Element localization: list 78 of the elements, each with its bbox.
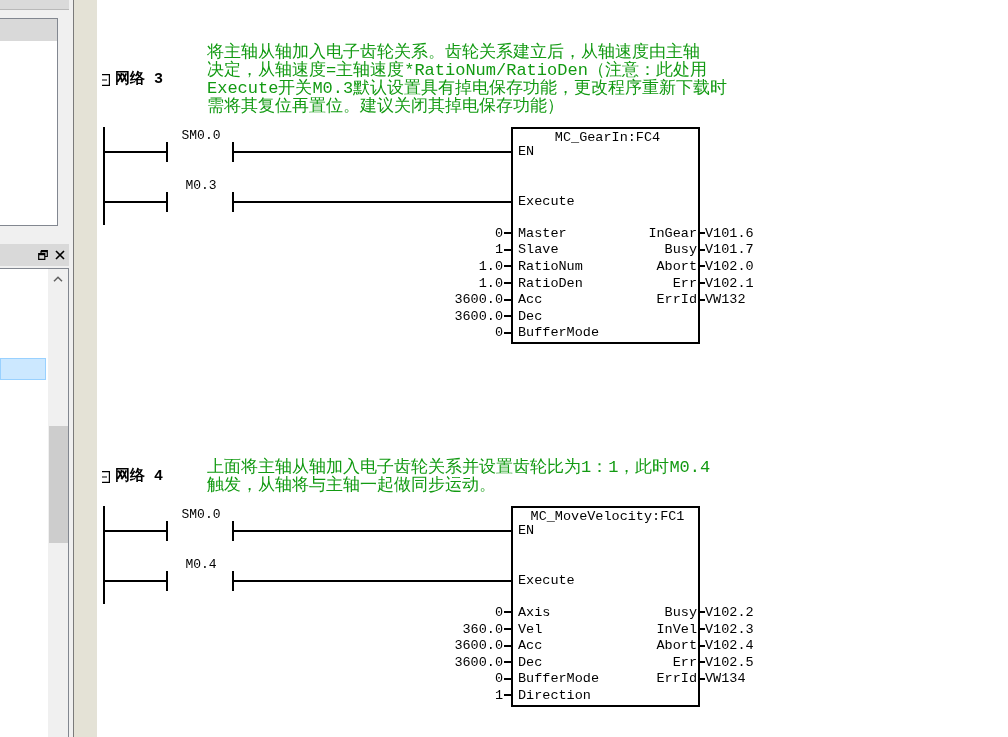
network-comment: 将主轴从轴加入电子齿轮关系。齿轮关系建立后，从轴速度由主轴 决定，从轴速度=主轴速度*RatioNum/RatioDen（注意：此处用 Execute开关M0.3默认设置具有掉电保存功能，更改程序重新下载时 需将其复位再置位。建议关闭其掉电保存功能） <box>207 44 728 116</box>
pin-label: InVel <box>656 621 697 637</box>
output-address: V102.4 <box>705 638 754 654</box>
input-value: 1 <box>494 687 503 703</box>
scrollbar-thumb[interactable] <box>48 426 68 543</box>
pin-label: Slave <box>518 242 559 258</box>
input-value: 0 <box>494 325 503 341</box>
block-title: MC_GearIn:FC4 <box>553 131 662 145</box>
restore-window-icon[interactable] <box>38 250 48 260</box>
network-comment: 上面将主轴从轴加入电子齿轮关系并设置齿轮比为1：1，此时M0.4 触发，从轴将与主轴一起做同步运动。 <box>207 459 711 496</box>
contact-icon[interactable] <box>166 571 234 592</box>
output-address: V101.7 <box>705 242 754 258</box>
pin-label: Dec <box>518 654 543 670</box>
input-value: 0 <box>494 225 503 241</box>
pin-label: EN <box>518 145 535 159</box>
input-value: 1.0 <box>478 259 503 274</box>
wire <box>105 530 166 533</box>
pin-label: Abort <box>656 638 697 654</box>
pin-label: RatioNum <box>518 259 583 274</box>
network-label: 网络 3 <box>115 71 163 89</box>
collapse-icon[interactable] <box>102 471 110 484</box>
wire <box>105 201 166 203</box>
pin-label: Busy <box>664 604 697 620</box>
pane-header-bar <box>0 0 69 10</box>
input-value: 3600.0 <box>454 654 503 670</box>
function-block[interactable]: MC_MoveVelocity:FC1 EN Execute Axis Busy Vel InVel Acc Abort Dec Err BufferMode ErrId Direction <box>511 506 700 707</box>
input-value: 1 <box>494 242 503 258</box>
output-address: V102.5 <box>705 654 754 670</box>
contact-icon[interactable] <box>166 521 234 542</box>
pin-label: Execute <box>518 195 575 209</box>
pin-label: Vel <box>518 621 543 637</box>
pin-label: Busy <box>664 242 697 258</box>
contact-icon[interactable] <box>166 192 234 212</box>
network-label: 网络 4 <box>115 468 163 487</box>
wire <box>105 151 166 153</box>
pin-label: Master <box>518 225 567 241</box>
input-value: 0 <box>494 671 503 687</box>
scroll-up-icon[interactable] <box>53 276 63 282</box>
contact-address: SM0.0 <box>180 508 222 523</box>
pin-label: Err <box>672 275 697 291</box>
output-address: V102.2 <box>705 604 754 620</box>
pin-label: BufferMode <box>518 671 599 687</box>
function-block[interactable]: MC_GearIn:FC4 EN Execute Master InGear Slave Busy RatioNum Abort RatioDen Err Acc ErrId Dec BufferMode <box>511 127 700 345</box>
input-value: 3600.0 <box>454 308 503 324</box>
output-address: V101.6 <box>705 225 754 241</box>
input-value: 3600.0 <box>454 638 503 654</box>
wire <box>105 580 166 583</box>
close-icon[interactable] <box>55 250 65 260</box>
input-value: 3600.0 <box>454 292 503 308</box>
pin-label: Execute <box>518 574 575 589</box>
pin-label: ErrId <box>656 292 697 308</box>
pin-label: BufferMode <box>518 325 599 341</box>
output-address: V102.1 <box>705 275 754 291</box>
output-address: VW132 <box>705 292 746 308</box>
input-value: 0 <box>494 604 503 620</box>
pin-label: Acc <box>518 292 543 308</box>
input-value: 1.0 <box>478 275 503 291</box>
contact-address: M0.3 <box>184 179 218 193</box>
output-address: V102.0 <box>705 259 754 274</box>
contact-address: SM0.0 <box>180 129 222 143</box>
pin-label: EN <box>518 524 535 539</box>
pin-label: Dec <box>518 308 543 324</box>
pin-label: Err <box>672 654 697 670</box>
input-value: 360.0 <box>462 621 503 637</box>
output-address: VW134 <box>705 671 746 687</box>
pin-label: Abort <box>656 259 697 274</box>
column-header-bar <box>0 19 57 41</box>
pin-label: Axis <box>518 604 551 620</box>
pin-label: RatioDen <box>518 275 583 291</box>
output-address: V102.3 <box>705 621 754 637</box>
pin-label: InGear <box>648 225 697 241</box>
contact-address: M0.4 <box>184 558 218 573</box>
collapse-icon[interactable] <box>102 74 110 86</box>
pin-label: Acc <box>518 638 543 654</box>
contact-icon[interactable] <box>166 142 234 162</box>
block-title: MC_MoveVelocity:FC1 <box>529 510 686 525</box>
pin-label: Direction <box>518 687 591 703</box>
pin-label: ErrId <box>656 671 697 687</box>
